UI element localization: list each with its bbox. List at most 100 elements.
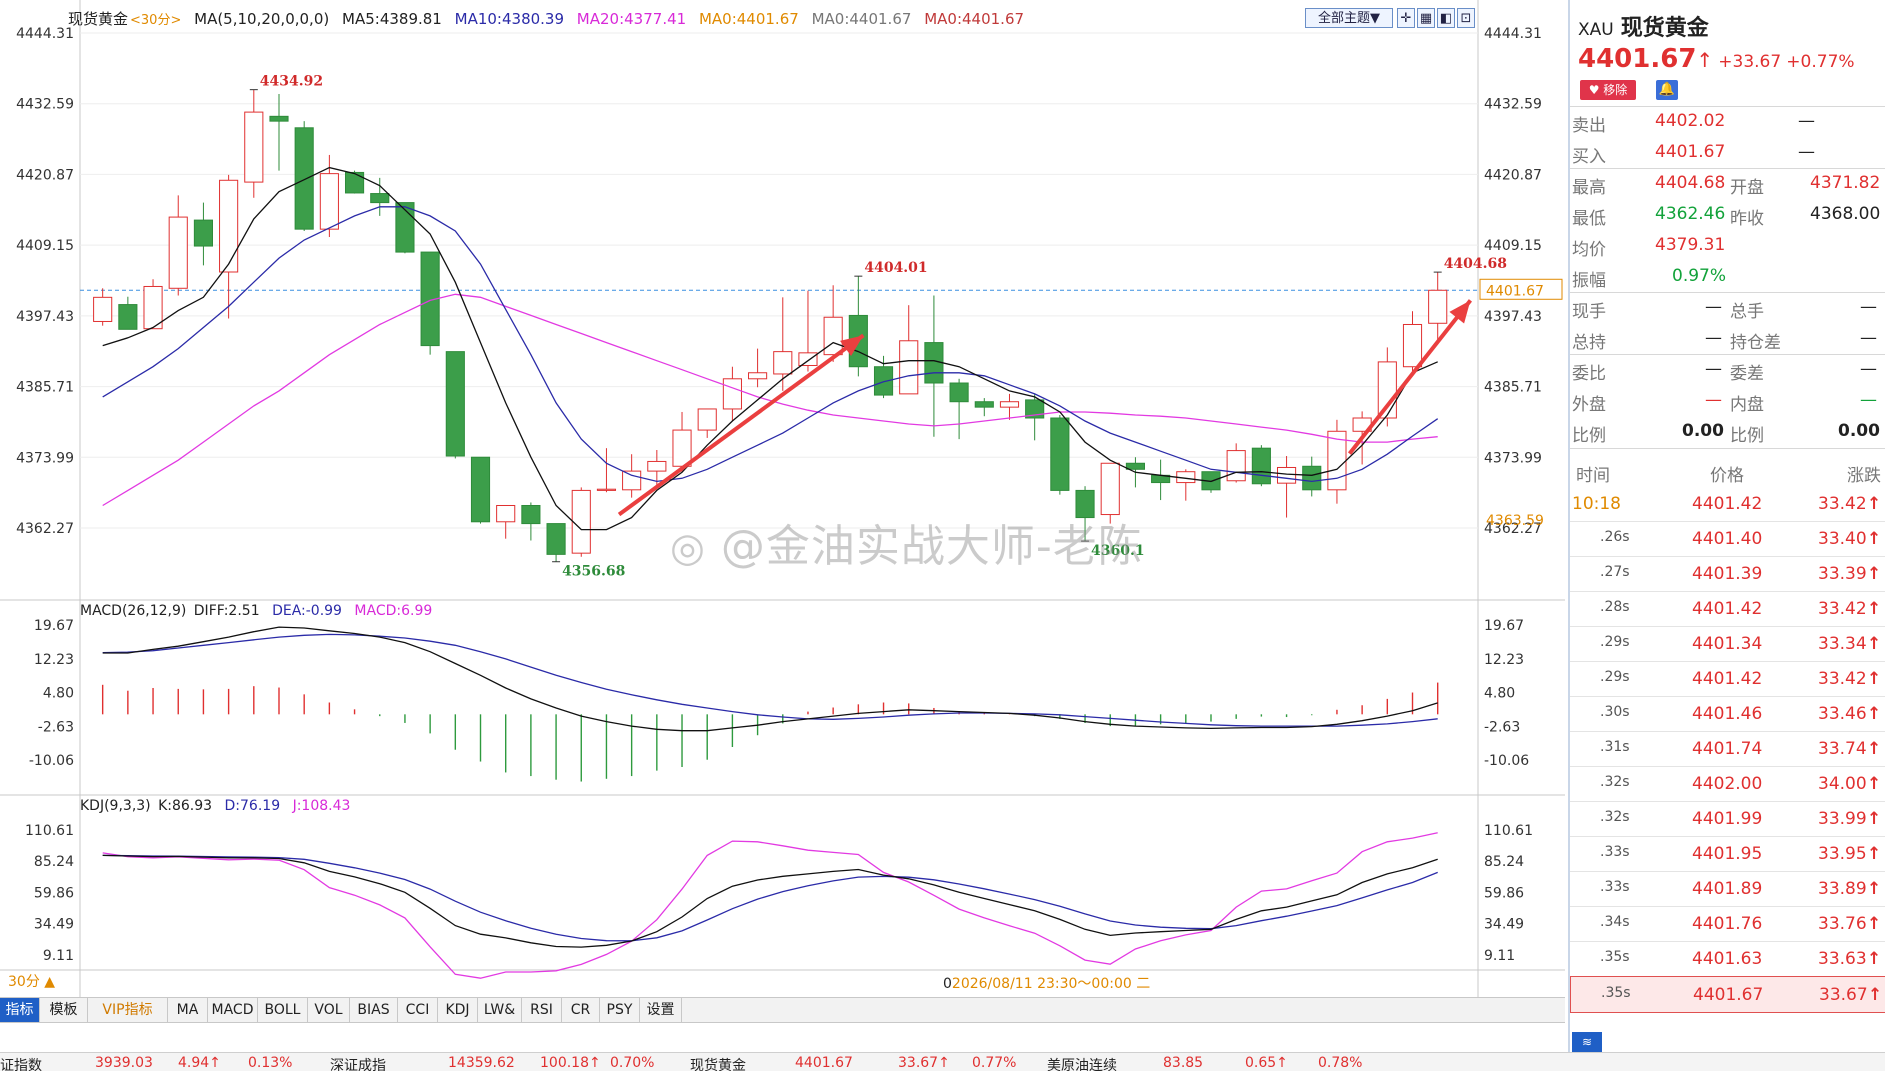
tab-vip指标[interactable]: VIP指标 [88, 998, 168, 1022]
kdj-header: KDJ(9,3,3) K:86.93 D:76.19 J:108.43 [80, 798, 358, 814]
tab-bias[interactable]: BIAS [350, 998, 398, 1022]
macd-axis-label-right: 4.80 [1484, 686, 1515, 702]
candle-body [193, 219, 213, 247]
kdj-d: D:76.19 [224, 798, 281, 814]
tab-rsi[interactable]: RSI [522, 998, 562, 1022]
tick-time: .32s [1600, 774, 1630, 790]
tick-row[interactable]: .32s 4401.99 33.99 ↑ [1570, 801, 1885, 837]
tick-row[interactable]: .35s 4401.63 33.63 ↑ [1570, 941, 1885, 977]
tick-change: 33.40 [1818, 529, 1867, 549]
side-collapse-icon[interactable]: ≋ [1572, 1032, 1602, 1052]
col-price-header: 价格 [1710, 466, 1744, 486]
tick-price: 4401.95 [1692, 844, 1763, 864]
tick-row[interactable]: .29s 4401.34 33.34 ↑ [1570, 626, 1885, 662]
tick-row[interactable]: .30s 4401.46 33.46 ↑ [1570, 696, 1885, 732]
tick-row[interactable]: .33s 4401.95 33.95 ↑ [1570, 836, 1885, 872]
tab-cci[interactable]: CCI [398, 998, 438, 1022]
up-arrow-icon: ↑ [1867, 809, 1882, 829]
up-arrow-icon: ↑ [1867, 704, 1882, 724]
price-axis-label-left: 4444.31 [16, 26, 74, 42]
tick-row[interactable]: .32s 4402.00 34.00 ↑ [1570, 766, 1885, 802]
kdj-axis-label-left: 34.49 [34, 917, 74, 933]
price-axis-label-left: 4373.99 [16, 450, 74, 466]
main-chart-header: 现货黄金 <30分> MA(5,10,20,0,0,0) MA5:4389.81 … [68, 8, 1032, 29]
price-axis-label-left: 4409.15 [16, 238, 74, 254]
tick-time: .29s [1600, 669, 1630, 685]
order-ratio-value: — [1705, 359, 1722, 379]
remove-watchlist-button[interactable]: ♥ 移除 [1580, 80, 1636, 100]
kdj-axis-label-left: 85.24 [34, 854, 74, 870]
tick-row[interactable]: .35s 4401.67 33.67 ↑ [1570, 976, 1885, 1013]
tab-macd[interactable]: MACD [208, 998, 258, 1022]
status-item: 0.65↑ [1245, 1055, 1288, 1071]
grid-icon[interactable]: ▦ [1417, 8, 1435, 28]
candle-body [1100, 462, 1120, 516]
tick-change: 33.76 [1818, 914, 1867, 934]
kline-chart-area[interactable]: 4444.31 4444.31 4432.59 4432.59 4420.87 4420.… [0, 0, 1565, 1070]
tick-row[interactable]: .34s 4401.76 33.76 ↑ [1570, 906, 1885, 942]
up-arrow-icon: ↑ [1867, 634, 1882, 654]
candle-body [899, 340, 919, 395]
layout-icon[interactable]: ◧ [1437, 8, 1455, 28]
quote-change-pct: +0.77% [1786, 52, 1855, 72]
kdj-axis-label-left: 110.61 [25, 823, 74, 839]
fullscreen-icon[interactable]: ⊡ [1457, 8, 1475, 28]
tab-设置[interactable]: 设置 [640, 998, 682, 1022]
status-item: 0.78% [1318, 1055, 1363, 1071]
status-item: 4.94↑ [178, 1055, 221, 1071]
candle-body [546, 523, 566, 555]
candle-body [622, 470, 642, 491]
tick-price: 4401.74 [1692, 739, 1763, 759]
tick-row[interactable]: .26s 4401.40 33.40 ↑ [1570, 521, 1885, 557]
crosshair-icon[interactable]: ✛ [1397, 8, 1415, 28]
tab-boll[interactable]: BOLL [258, 998, 308, 1022]
tick-row[interactable]: .31s 4401.74 33.74 ↑ [1570, 731, 1885, 767]
tick-time: .33s [1600, 844, 1630, 860]
tick-row[interactable]: .28s 4401.42 33.42 ↑ [1570, 591, 1885, 627]
tab-psy[interactable]: PSY [600, 998, 640, 1022]
up-arrow-icon: ↑ [1867, 669, 1882, 689]
tick-change: 33.74 [1818, 739, 1867, 759]
tab-vol[interactable]: VOL [308, 998, 350, 1022]
tab-cr[interactable]: CR [562, 998, 600, 1022]
macd-dea-line [102, 633, 1438, 727]
extreme-label: 4434.92 [260, 74, 323, 90]
tick-change: 33.39 [1818, 564, 1867, 584]
cursor-time: 2026/08/11 23:30～00:00 二 [951, 976, 1151, 992]
candle-body [596, 488, 617, 491]
status-item: 14359.62 [448, 1055, 515, 1071]
tick-row[interactable]: .29s 4401.42 33.42 ↑ [1570, 661, 1885, 697]
candle-body [1377, 361, 1397, 419]
candle-body [1125, 462, 1145, 470]
status-item: 3939.03 [95, 1055, 153, 1071]
macd-axis-label-left: 19.67 [34, 618, 74, 634]
tick-price: 4401.46 [1692, 704, 1763, 724]
low-price-tag: 4363.59 [1486, 513, 1544, 529]
tab-lw&[interactable]: LW& [478, 998, 522, 1022]
period-label[interactable]: <30分> [130, 13, 181, 28]
period-badge[interactable]: 30分 ▲ [0, 972, 80, 992]
status-item: 证指数 [0, 1058, 42, 1071]
tick-price: 4401.63 [1692, 949, 1763, 969]
tab-kdj[interactable]: KDJ [438, 998, 478, 1022]
tick-row[interactable]: .33s 4401.89 33.89 ↑ [1570, 871, 1885, 907]
tab-模板[interactable]: 模板 [40, 998, 88, 1022]
tick-price: 4401.42 [1692, 669, 1763, 689]
tab-indicator[interactable]: 指标 [0, 998, 40, 1022]
kdj-axis-label-left: 9.11 [43, 948, 74, 964]
candle-body [672, 429, 692, 467]
up-arrow-icon: ↑ [1867, 494, 1882, 514]
alert-bell-icon[interactable]: 🔔 [1656, 80, 1678, 100]
macd-axis-label-left: -2.63 [38, 719, 74, 735]
tab-ma[interactable]: MA [168, 998, 208, 1022]
tick-row[interactable]: .27s 4401.39 33.39 ↑ [1570, 556, 1885, 592]
candle-body [1402, 323, 1423, 368]
status-item: 0.70% [610, 1055, 655, 1071]
candle-body [1428, 289, 1448, 324]
macd-dea: DEA:-0.99 [272, 603, 342, 619]
price-axis-label-right: 4420.87 [1484, 167, 1542, 183]
total-volume-label: 总手 [1730, 302, 1764, 322]
theme-dropdown-button[interactable]: 全部主题▼ [1305, 8, 1393, 28]
total-volume-value: — [1860, 297, 1877, 317]
tick-row[interactable]: 10:18 4401.42 33.42 ↑ [1570, 486, 1885, 522]
